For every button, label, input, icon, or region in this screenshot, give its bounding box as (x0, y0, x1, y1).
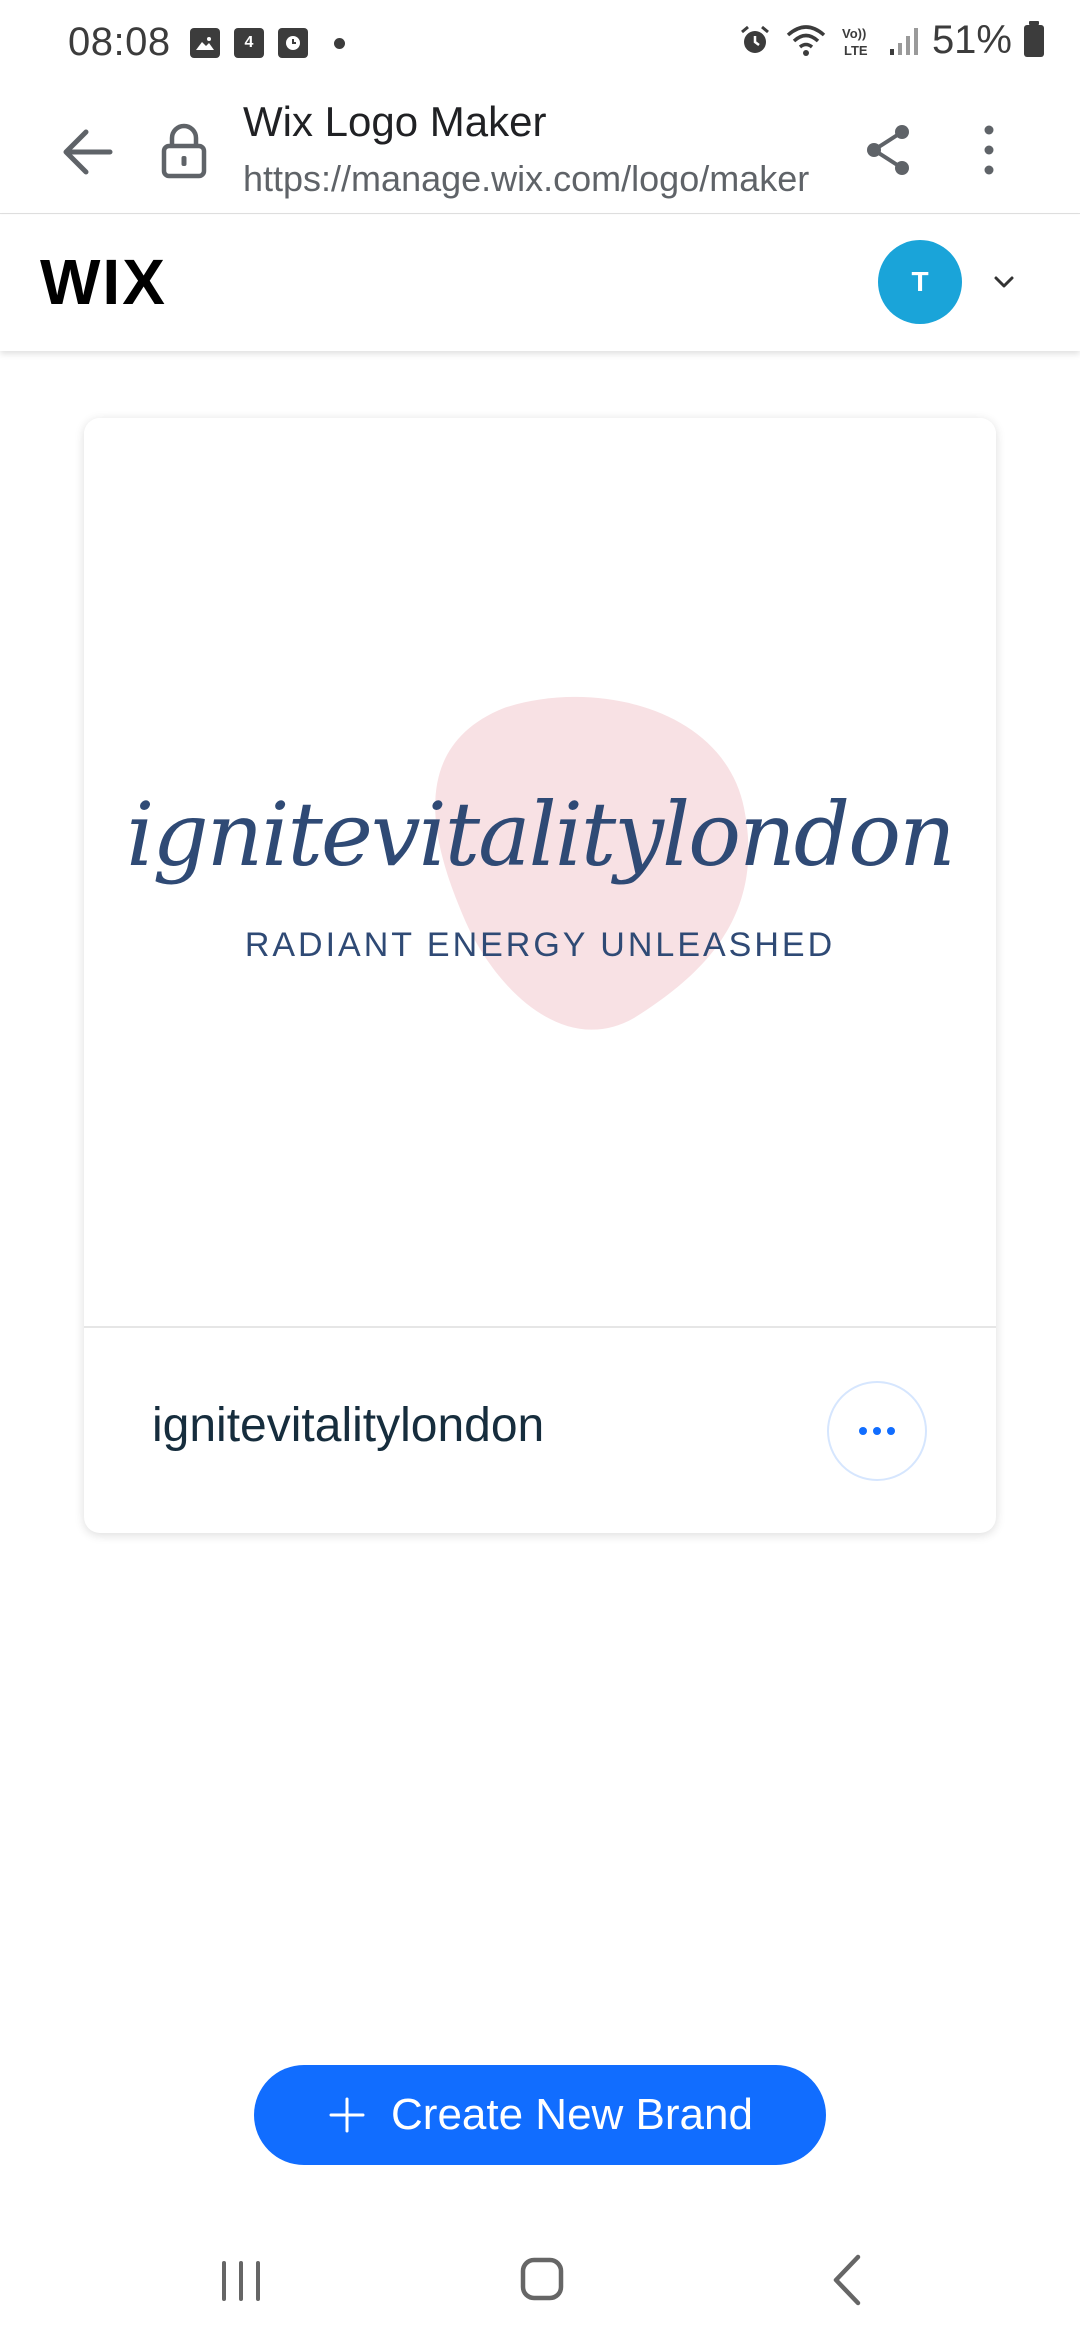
svg-text:Vo)): Vo)) (842, 26, 866, 41)
recents-icon[interactable] (218, 2259, 264, 2303)
wix-header: WIX T (0, 215, 1080, 351)
logo-tagline-text: RADIANT ENERGY UNLEASHED (244, 926, 836, 964)
main-content: ignitevitalitylondon RADIANT ENERGY UNLE… (0, 351, 1080, 2231)
dot-icon (334, 37, 345, 49)
nav-back-icon[interactable] (832, 2253, 862, 2307)
image-icon (190, 28, 220, 58)
more-dot (887, 1427, 895, 1435)
create-button-label: Create New Brand (391, 2090, 753, 2139)
system-icons: Vo)) LTE 51% (738, 18, 1044, 63)
more-dot (859, 1427, 867, 1435)
lock-icon[interactable] (158, 120, 210, 180)
page-title[interactable]: Wix Logo Maker (243, 98, 546, 146)
logo-name-text: ignitevitalitylondon (126, 783, 956, 886)
back-arrow-icon[interactable] (58, 124, 118, 180)
signal-icon (889, 27, 918, 55)
more-dot (873, 1427, 881, 1435)
brand-card[interactable]: ignitevitalitylondon RADIANT ENERGY UNLE… (84, 418, 996, 1533)
home-icon[interactable] (518, 2255, 566, 2303)
battery-icon (1024, 20, 1044, 57)
chevron-down-icon[interactable] (992, 273, 1016, 291)
status-time: 08:08 (68, 20, 171, 64)
svg-text:LTE: LTE (844, 43, 868, 58)
alarm-icon (740, 25, 769, 53)
brand-name[interactable]: ignitevitalitylondon (152, 1398, 544, 1453)
calendar-badge: 4 (244, 34, 254, 51)
volte-icon: Vo)) LTE (842, 26, 868, 58)
create-new-brand-button[interactable]: Create New Brand (254, 2065, 826, 2165)
battery-percent: 51% (931, 18, 1012, 62)
notification-icons: 4 (190, 28, 345, 58)
status-bar: 08:08 4 Vo)) LTE 51% (0, 0, 1080, 88)
wix-logo[interactable]: WIX (40, 245, 167, 319)
brand-more-button[interactable] (827, 1381, 927, 1481)
share-icon[interactable] (862, 122, 914, 178)
clock-app-icon (278, 28, 308, 58)
avatar[interactable]: T (878, 240, 962, 324)
calendar-icon: 4 (234, 28, 264, 58)
url-address[interactable]: https://manage.wix.com/logo/maker (243, 158, 823, 202)
more-vert-icon[interactable] (974, 120, 1004, 180)
system-nav-bar (0, 2231, 1080, 2340)
logo-preview[interactable]: ignitevitalitylondon RADIANT ENERGY UNLE… (84, 418, 996, 1328)
plus-icon (329, 2097, 365, 2133)
wifi-icon (786, 24, 826, 56)
card-footer: ignitevitalitylondon (84, 1328, 996, 1533)
browser-toolbar: Wix Logo Maker https://manage.wix.com/lo… (0, 88, 1080, 214)
